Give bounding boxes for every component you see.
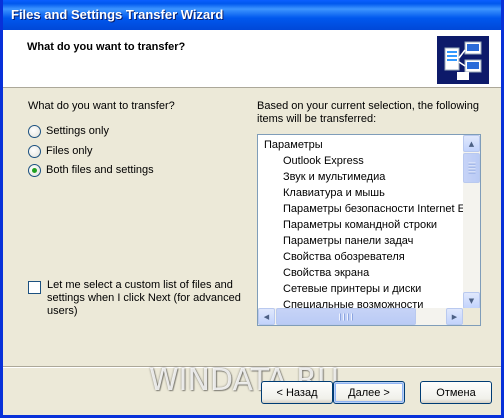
vertical-scrollbar[interactable]: ▲ ▼ (463, 135, 480, 309)
radio-selected-dot (32, 167, 37, 173)
custom-list-checkbox-label: Let me select a custom list of files and… (47, 279, 241, 318)
list-item[interactable]: Outlook Express (283, 153, 364, 169)
list-viewport: Параметры Outlook Express Звук и мультим… (258, 135, 463, 309)
title-bar[interactable]: Files and Settings Transfer Wizard (3, 0, 501, 30)
transfer-wizard-icon (437, 36, 489, 84)
checkbox-label-line: settings when I click Next (for advanced (47, 292, 241, 304)
radio-button[interactable] (28, 124, 41, 138)
list-item[interactable]: Параметры панели задач (283, 233, 413, 249)
custom-list-checkbox-row[interactable]: Let me select a custom list of files and… (28, 279, 243, 318)
intro-line: Based on your current selection, the fol… (257, 100, 479, 112)
radio-files-only[interactable]: Files only (28, 143, 92, 159)
next-button[interactable]: Далее > (333, 381, 405, 404)
arrow-right-icon: ▶ (451, 312, 458, 321)
list-item[interactable]: Параметры (264, 137, 323, 153)
scrollbar-corner (463, 308, 480, 325)
arrow-down-icon: ▼ (468, 296, 475, 305)
scroll-up-button[interactable]: ▲ (463, 135, 480, 152)
list-item[interactable]: Сетевые принтеры и диски (283, 281, 421, 297)
cancel-button[interactable]: Отмена (420, 381, 492, 404)
horizontal-scroll-thumb[interactable] (276, 308, 416, 325)
list-item[interactable]: Параметры безопасности Internet E (283, 201, 463, 217)
custom-list-checkbox[interactable] (28, 281, 41, 294)
list-item[interactable]: Звук и мультимедиа (283, 169, 385, 185)
transfer-question-label: What do you want to transfer? (28, 100, 175, 112)
list-item[interactable]: Свойства экрана (283, 265, 369, 281)
grip-icon (338, 313, 354, 320)
grip-icon (468, 162, 475, 175)
radio-both-files-and-settings[interactable]: Both files and settings (28, 162, 154, 178)
radio-button-selected[interactable] (28, 163, 41, 177)
back-button[interactable]: < Назад (261, 381, 333, 404)
wizard-window: Files and Settings Transfer Wizard What … (0, 0, 504, 418)
scroll-right-button[interactable]: ▶ (446, 308, 463, 325)
header-title: What do you want to transfer? (27, 41, 186, 53)
transfer-items-intro: Based on your current selection, the fol… (257, 100, 479, 126)
horizontal-scrollbar[interactable]: ◀ ▶ (258, 308, 463, 325)
list-item[interactable]: Параметры командной строки (283, 217, 437, 233)
radio-button[interactable] (28, 144, 41, 158)
arrow-left-icon: ◀ (263, 312, 270, 321)
radio-label: Settings only (46, 125, 109, 137)
list-item[interactable]: Клавиатура и мышь (283, 185, 385, 201)
radio-label: Both files and settings (46, 164, 154, 176)
scroll-left-button[interactable]: ◀ (258, 308, 275, 325)
radio-label: Files only (46, 145, 93, 157)
intro-line: items will be transferred: (257, 113, 377, 125)
vertical-scroll-thumb[interactable] (463, 153, 480, 183)
scroll-down-button[interactable]: ▼ (463, 292, 480, 309)
window-title: Files and Settings Transfer Wizard (11, 7, 224, 22)
checkbox-label-line: Let me select a custom list of files and (47, 279, 233, 291)
transfer-items-list[interactable]: Параметры Outlook Express Звук и мультим… (257, 134, 481, 326)
list-item[interactable]: Свойства обозревателя (283, 249, 405, 265)
radio-settings-only[interactable]: Settings only (28, 123, 109, 139)
wizard-header: What do you want to transfer? (3, 30, 501, 88)
checkbox-label-line: users) (47, 305, 78, 317)
arrow-up-icon: ▲ (468, 139, 475, 148)
